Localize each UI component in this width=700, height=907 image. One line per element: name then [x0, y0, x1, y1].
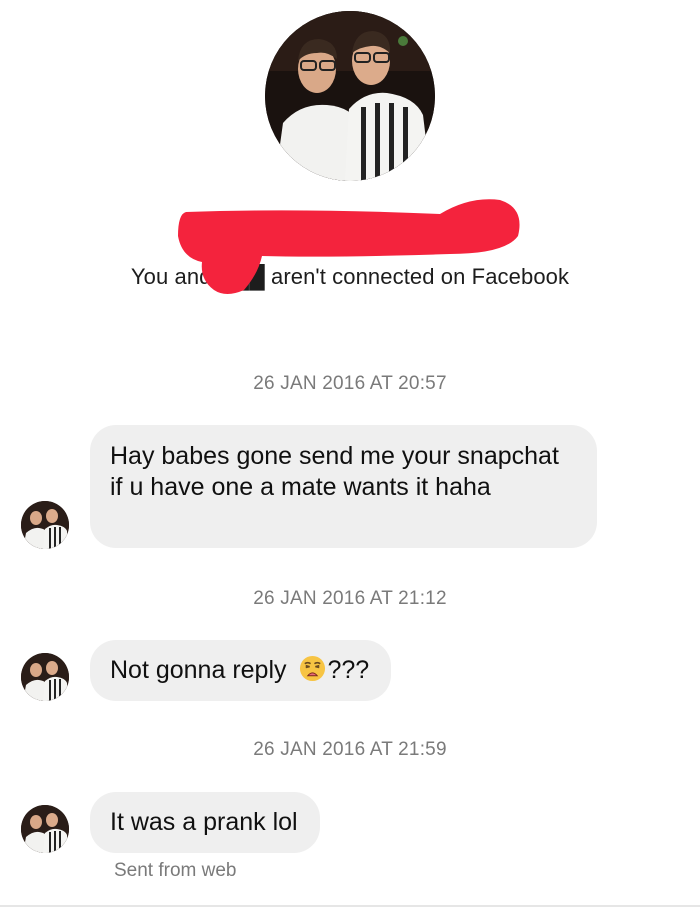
contact-avatar[interactable] [21, 501, 69, 549]
redaction-scribble [178, 199, 520, 294]
weary-face-emoji-icon [300, 655, 326, 682]
message-bubble[interactable]: Not gonna reply ??? [90, 640, 392, 701]
message-bubble[interactable]: It was a prank lol [90, 792, 320, 853]
avatar-image [21, 653, 69, 701]
message-bubble[interactable]: Hay babes gone send me your snapchat if … [90, 425, 597, 548]
avatar-image [21, 805, 69, 853]
sent-from-label: Sent from web [114, 860, 237, 881]
message-timestamp: 26 JAN 2016 AT 21:12 [253, 588, 447, 609]
message-text-suffix: ??? [327, 656, 370, 684]
contact-avatar[interactable] [21, 653, 69, 701]
message-timestamp: 26 JAN 2016 AT 21:59 [253, 739, 447, 760]
avatar-image [21, 501, 69, 549]
contact-avatar[interactable] [21, 805, 69, 853]
message-timestamp: 26 JAN 2016 AT 20:57 [253, 373, 447, 394]
message-text: Not gonna reply [110, 656, 294, 684]
